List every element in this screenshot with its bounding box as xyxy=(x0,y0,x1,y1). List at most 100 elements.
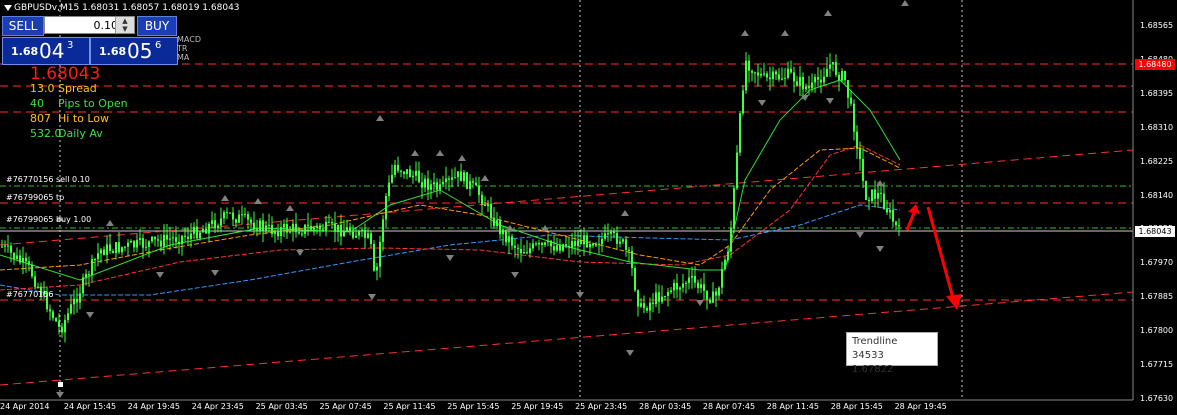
trendlines[interactable] xyxy=(0,149,1134,386)
candle-body xyxy=(115,242,117,254)
chart-menu-icon[interactable] xyxy=(4,5,12,11)
fractal-down-marker xyxy=(696,300,704,306)
fractal-up-marker xyxy=(901,0,909,6)
candle-body xyxy=(679,287,681,290)
candle-body xyxy=(163,234,165,247)
candle-body xyxy=(628,249,630,251)
candle-body xyxy=(16,255,18,259)
candle-body xyxy=(322,229,324,231)
candle-body xyxy=(424,178,426,188)
candle-body xyxy=(451,177,453,180)
arrow-down-shaft xyxy=(926,206,955,299)
fractal-up-marker xyxy=(621,210,629,216)
current-price-display: 1.68043 xyxy=(30,64,101,84)
candle-body xyxy=(418,170,420,183)
candle-body xyxy=(202,228,204,233)
candle-body xyxy=(235,219,237,223)
candle-body xyxy=(361,229,363,231)
price-tick-label: 1.67800 xyxy=(1140,326,1174,336)
candle-body xyxy=(403,171,405,174)
candle-body xyxy=(658,292,660,302)
candle-body xyxy=(367,233,369,238)
candle-body xyxy=(883,193,885,209)
candle-body xyxy=(652,302,654,304)
candle-body xyxy=(112,250,114,254)
candle-body xyxy=(154,236,156,240)
fractal-down-marker xyxy=(446,255,454,261)
candle-body xyxy=(118,242,120,253)
candle-body xyxy=(502,229,504,235)
sell-price-sup: 3 xyxy=(67,40,74,51)
candle-body xyxy=(769,77,771,80)
candle-body xyxy=(784,77,786,79)
candle-body xyxy=(373,244,375,271)
candle-body xyxy=(553,246,555,251)
candle-body xyxy=(811,82,813,89)
candle-body xyxy=(664,296,666,298)
time-tick-label: 25 Apr 07:45 xyxy=(319,402,372,411)
candle-body xyxy=(469,181,471,189)
candle-body xyxy=(520,248,522,254)
candle-body xyxy=(439,184,441,190)
candle-body xyxy=(853,103,855,132)
candle-body xyxy=(103,249,105,256)
info-value: 532.0 xyxy=(30,127,62,140)
candle-body xyxy=(355,235,357,238)
candle-body xyxy=(400,170,402,172)
candle-body xyxy=(205,228,207,234)
current-price-tag: 1.68043 xyxy=(1135,226,1175,237)
candle-body xyxy=(526,252,528,254)
candle-body xyxy=(580,240,582,245)
candle-body xyxy=(835,62,837,75)
candle-body xyxy=(223,212,225,219)
candle-body xyxy=(436,182,438,190)
candle-body xyxy=(538,242,540,245)
candle-body xyxy=(160,240,162,247)
lot-spinner-icon[interactable]: ▲ ▼ xyxy=(115,17,134,33)
buy-price-big: 05 xyxy=(127,39,153,63)
annotation-arrows[interactable] xyxy=(905,204,962,310)
ma-green-line xyxy=(0,79,901,281)
buy-price-button[interactable]: 1.68 05 6 xyxy=(90,37,178,65)
candle-body xyxy=(733,188,735,229)
candle-body xyxy=(28,261,30,265)
candle-body xyxy=(751,70,753,73)
fractal-up-marker xyxy=(436,150,444,156)
candle-body xyxy=(820,79,822,83)
candle-body xyxy=(433,182,435,185)
candle-body xyxy=(550,240,552,247)
buy-button[interactable]: BUY xyxy=(137,16,177,36)
candle-body xyxy=(49,309,51,312)
candle-body xyxy=(379,241,381,267)
candle-body xyxy=(559,245,561,251)
candle-body xyxy=(268,224,270,226)
order-label: #76799065 buy 1.00 xyxy=(6,215,92,224)
candle-body xyxy=(532,243,534,249)
candle-body xyxy=(517,247,519,249)
candle-body xyxy=(847,80,849,98)
sell-price-button[interactable]: 1.68 04 3 xyxy=(2,37,90,65)
candle-body xyxy=(742,90,744,114)
candle-body xyxy=(460,171,462,182)
candle-body xyxy=(568,245,570,248)
time-tick-label: 25 Apr 15:45 xyxy=(447,402,500,411)
candle-body xyxy=(712,291,714,303)
price-tick-label: 1.68565 xyxy=(1140,21,1174,30)
sell-button[interactable]: SELL xyxy=(2,16,44,36)
candle-body xyxy=(649,302,651,311)
info-row: 13.0 Spread xyxy=(30,82,97,95)
fractal-down-marker xyxy=(826,98,834,104)
fractal-up-marker xyxy=(481,175,489,181)
candle-body xyxy=(277,230,279,237)
info-row: 807 Hi to Low xyxy=(30,112,109,125)
candle-body xyxy=(475,182,477,186)
price-tick-label: 1.67630 xyxy=(1140,393,1174,403)
candle-body xyxy=(787,68,789,78)
candle-body xyxy=(562,244,564,251)
order-label: #76770156 sell 0.10 xyxy=(6,175,90,184)
candle-body xyxy=(802,76,804,90)
candle-body xyxy=(637,290,639,307)
candle-body xyxy=(529,248,531,254)
candle-body xyxy=(280,227,282,237)
candle-body xyxy=(889,210,891,213)
